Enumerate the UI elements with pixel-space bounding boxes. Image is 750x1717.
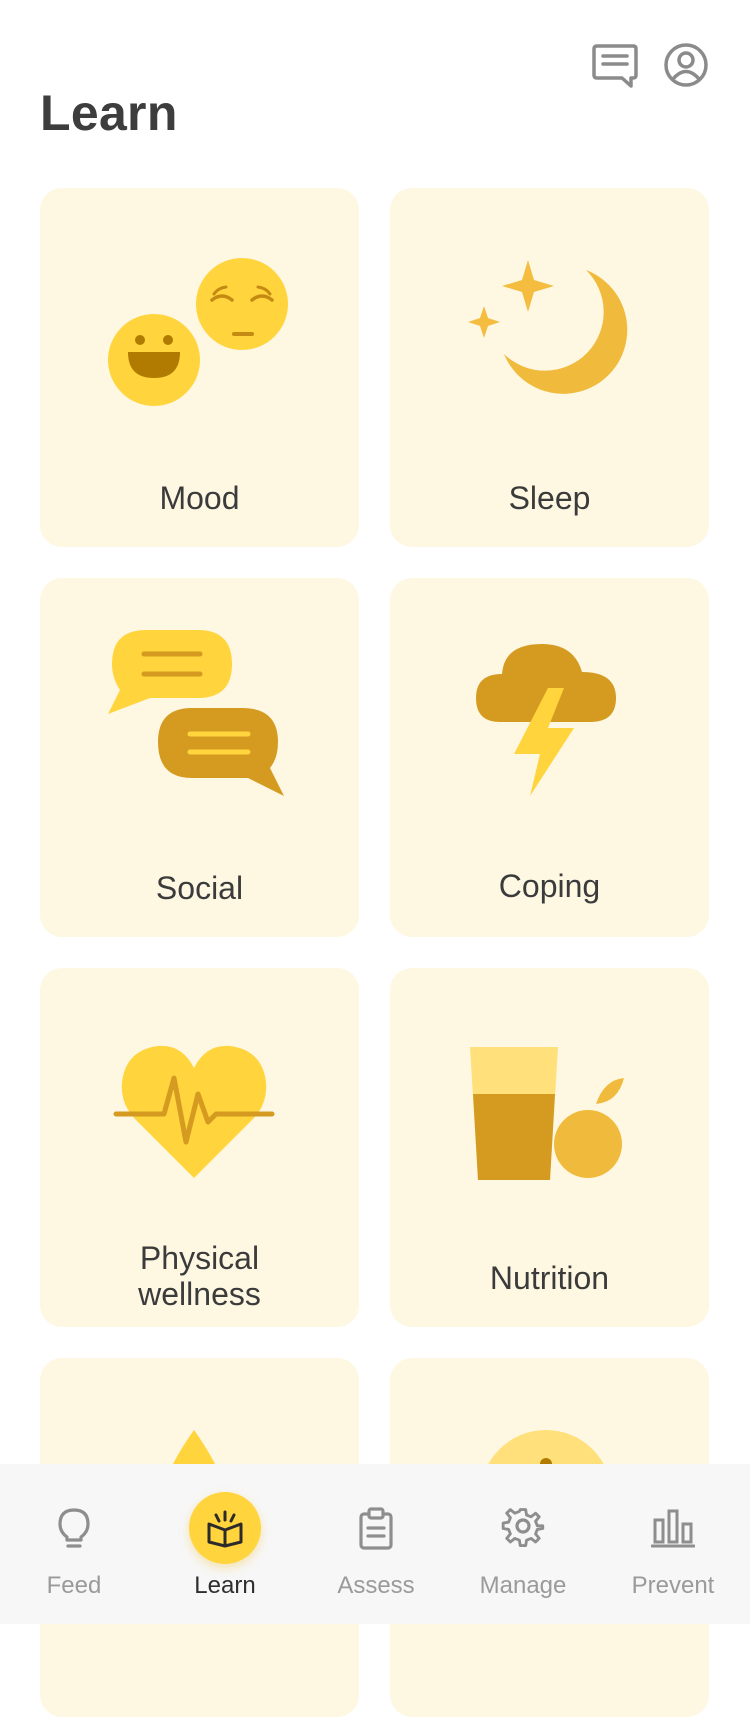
card-physical-wellness[interactable]: Physical wellness — [40, 968, 359, 1327]
nav-item-prevent[interactable]: Prevent — [596, 1464, 750, 1624]
open-book-icon — [207, 1510, 243, 1548]
card-mood[interactable]: Mood — [40, 188, 359, 547]
nav-label: Prevent — [631, 1572, 715, 1599]
bar-chart-icon — [651, 1509, 695, 1548]
chat-button[interactable] — [590, 40, 640, 90]
nav-icon-wrap — [487, 1492, 559, 1564]
bottom-nav: Feed Learn Assess Manage Prevent — [0, 1464, 750, 1624]
profile-icon — [664, 43, 708, 87]
card-label: Social — [155, 870, 244, 906]
card-label: Coping — [498, 868, 601, 904]
nav-icon-wrap — [637, 1492, 709, 1564]
storm-cloud-icon — [476, 644, 616, 796]
card-social[interactable]: Social — [40, 578, 359, 937]
mood-faces-icon — [108, 258, 288, 406]
page-title: Learn — [40, 85, 178, 141]
lightbulb-icon — [58, 1508, 90, 1548]
chat-icon — [592, 44, 638, 88]
glass-orange-icon — [470, 1047, 624, 1180]
card-label: Mood — [159, 480, 240, 516]
nav-item-manage[interactable]: Manage — [450, 1464, 596, 1624]
card-label: Physical wellness — [138, 1240, 261, 1312]
nav-icon-wrap — [340, 1492, 412, 1564]
nav-item-feed[interactable]: Feed — [0, 1464, 148, 1624]
nav-label: Learn — [194, 1572, 256, 1599]
heart-pulse-icon — [113, 1045, 275, 1178]
gear-icon — [501, 1508, 545, 1548]
clipboard-icon — [359, 1507, 393, 1550]
nav-icon-wrap — [38, 1492, 110, 1564]
card-label: Sleep — [508, 480, 591, 516]
moon-stars-icon — [468, 260, 628, 394]
nav-label: Feed — [46, 1572, 102, 1599]
card-nutrition[interactable]: Nutrition — [390, 968, 709, 1327]
nav-icon-wrap — [189, 1492, 261, 1564]
speech-bubbles-icon — [108, 630, 284, 796]
nav-label: Assess — [337, 1572, 415, 1599]
profile-button[interactable] — [661, 40, 711, 90]
nav-label: Manage — [479, 1572, 567, 1599]
nav-item-assess[interactable]: Assess — [302, 1464, 450, 1624]
card-coping[interactable]: Coping — [390, 578, 709, 937]
card-sleep[interactable]: Sleep — [390, 188, 709, 547]
card-label: Nutrition — [489, 1260, 610, 1296]
nav-item-learn[interactable]: Learn — [148, 1464, 302, 1624]
